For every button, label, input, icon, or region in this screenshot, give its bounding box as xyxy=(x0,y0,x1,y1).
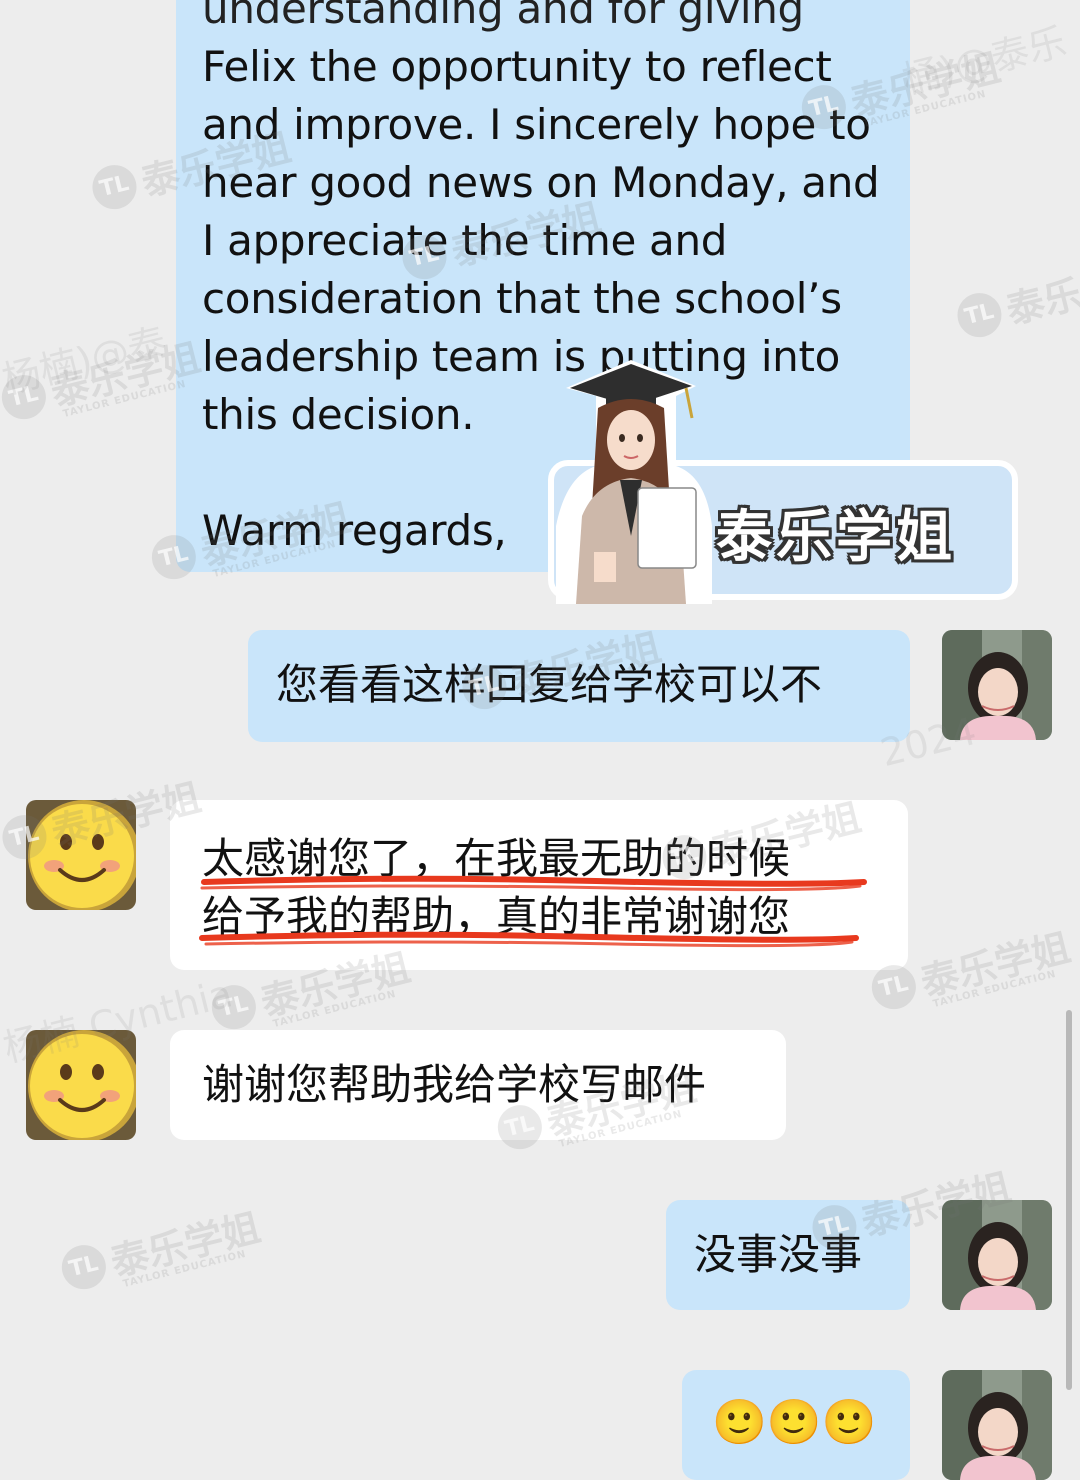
sent-message-bubble[interactable]: 没事没事 xyxy=(666,1200,910,1310)
message-text-line: 太感谢您了，在我最无助的时候 xyxy=(202,834,791,883)
user-photo-avatar[interactable] xyxy=(942,630,1052,740)
name-watermark: 桶)@泰乐 xyxy=(898,19,1071,103)
senior-sister-sticker: 泰乐学姐 xyxy=(540,356,1024,604)
emoji-message: 🙂🙂🙂 xyxy=(712,1397,877,1448)
user-photo-avatar[interactable] xyxy=(942,1200,1052,1310)
message-text: 没事没事 xyxy=(694,1230,863,1279)
brand-watermark: TL泰乐学姐 xyxy=(951,244,1080,346)
brand-watermark: TL泰乐学姐TAYLOR EDUCATION xyxy=(56,1196,267,1303)
graduate-illustration-icon xyxy=(556,360,712,604)
email-line: Felix the opportunity to reflect xyxy=(202,42,832,91)
email-line: consideration that the school’s xyxy=(202,274,842,323)
sticker-label: 泰乐学姐 xyxy=(716,505,956,570)
user-photo-avatar[interactable] xyxy=(942,1370,1052,1480)
chat-scrollbar[interactable] xyxy=(1066,1010,1072,1390)
smiley-avatar[interactable] xyxy=(26,1030,136,1140)
name-watermark: 杨楠)@泰 xyxy=(0,319,171,403)
received-message-bubble[interactable]: 太感谢您了，在我最无助的时候 给予我的帮助，真的非常谢谢您 xyxy=(170,800,908,970)
email-line: I appreciate the time and xyxy=(202,216,728,265)
email-line: and improve. I sincerely hope to xyxy=(202,100,871,149)
message-text: 您看看这样回复给学校可以不 xyxy=(276,660,823,709)
message-text: 谢谢您帮助我给学校写邮件 xyxy=(202,1060,707,1109)
email-line: hear good news on Monday, and xyxy=(202,158,880,207)
message-text-line: 给予我的帮助，真的非常谢谢您 xyxy=(202,892,791,941)
sent-message-bubble[interactable]: 您看看这样回复给学校可以不 xyxy=(248,630,910,742)
email-line: understanding and for giving xyxy=(202,0,804,33)
received-message-bubble[interactable]: 谢谢您帮助我给学校写邮件 xyxy=(170,1030,786,1140)
sent-message-bubble[interactable]: 🙂🙂🙂 xyxy=(682,1370,910,1480)
smiley-avatar[interactable] xyxy=(26,800,136,910)
